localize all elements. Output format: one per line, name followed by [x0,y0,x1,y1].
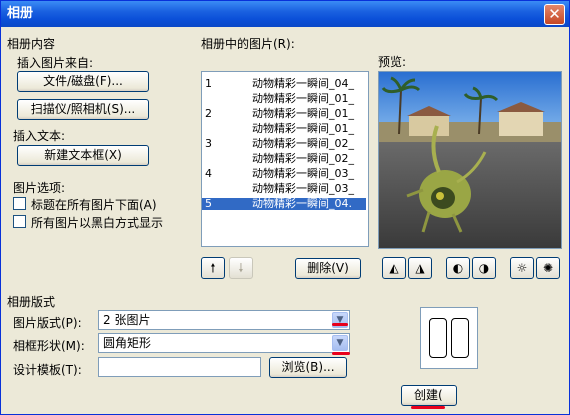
preview-label: 预览: [378,55,407,69]
picture-layout-select[interactable]: 2 张图片 ▼ [98,310,350,330]
pictures-list-label: 相册中的图片(R): [201,37,295,51]
caption-below-checkbox[interactable] [13,197,26,210]
design-template-label: 设计模板(T): [13,363,82,377]
list-item-name: 动物精彩一瞬间_01_ [252,122,354,135]
picture-layout-label: 图片版式(P): [13,316,82,330]
brightness-decrease-icon[interactable]: ✺ [536,257,560,279]
frame-shape-select[interactable]: 圆角矩形 ▼ [98,333,350,353]
list-item-number: 3 [205,137,212,150]
list-item[interactable]: 动物精彩一瞬间_01_ [202,123,366,135]
contrast-decrease-icon[interactable]: ◑ [472,257,496,279]
list-item-number: 2 [205,107,212,120]
rotate-right-icon[interactable]: ◮ [408,257,432,279]
chevron-down-icon[interactable]: ▼ [332,335,348,351]
window-title: 相册 [7,6,34,21]
list-item-number: 1 [205,77,212,90]
annotation-underline [332,352,350,355]
arrow-up-icon[interactable]: 🠕 [201,257,225,279]
album-dialog: 相册 ✕ 相册内容 插入图片来自: 文件/磁盘(F)... 扫描仪/照相机(S)… [0,0,570,415]
list-item[interactable]: 4 动物精彩一瞬间_03_ [202,168,366,180]
layout-slot-right [451,318,469,358]
new-textbox-button[interactable]: 新建文本框(X) [17,145,149,166]
list-item-number: 4 [205,167,212,180]
picture-options-label: 图片选项: [13,181,66,195]
arrow-down-icon[interactable]: 🠗 [229,257,253,279]
list-item-name: 动物精彩一瞬间_02_ [252,152,354,165]
list-item[interactable]: 动物精彩一瞬间_02_ [202,153,366,165]
close-icon[interactable]: ✕ [544,4,565,25]
list-item-name: 动物精彩一瞬间_01_ [252,92,354,105]
title-bar: 相册 [1,1,569,27]
annotation-underline [332,323,348,326]
annotation-underline [411,406,445,409]
frame-shape-label: 相框形状(M): [13,339,85,353]
layout-slot-left [429,318,447,358]
contrast-increase-icon[interactable]: ◐ [446,257,470,279]
album-content-label: 相册内容 [7,37,56,51]
list-item[interactable]: 5 动物精彩一瞬间_04. [202,198,366,210]
list-item-name: 动物精彩一瞬间_02_ [252,137,354,150]
list-item-name: 动物精彩一瞬间_04. [252,197,352,210]
black-white-checkbox[interactable] [13,215,26,228]
list-item-name: 动物精彩一瞬间_03_ [252,167,354,180]
insert-picture-from-label: 插入图片来自: [17,56,94,70]
list-item[interactable]: 动物精彩一瞬间_01_ [202,93,366,105]
list-item-name: 动物精彩一瞬间_01_ [252,107,354,120]
list-item-name: 动物精彩一瞬间_04_ [252,77,354,90]
layout-preview [420,307,478,369]
rotate-left-icon[interactable]: ◭ [382,257,406,279]
preview-frame [378,71,562,249]
delete-button[interactable]: 删除(V) [295,258,361,279]
frame-shape-value: 圆角矩形 [103,336,152,350]
picture-layout-value: 2 张图片 [103,313,151,327]
pictures-listbox[interactable]: 1 动物精彩一瞬间_04_ 动物精彩一瞬间_01_ 2 动物精彩一瞬间_01_ 动物精彩一… [201,71,369,247]
brightness-increase-icon[interactable]: ☼ [510,257,534,279]
list-item[interactable]: 动物精彩一瞬间_03_ [202,183,366,195]
design-template-input[interactable] [98,357,261,377]
file-disk-button[interactable]: 文件/磁盘(F)... [17,71,149,92]
scanner-camera-button[interactable]: 扫描仪/照相机(S)... [17,99,149,120]
create-button[interactable]: 创建( [401,385,457,406]
list-item[interactable]: 2 动物精彩一瞬间_01_ [202,108,366,120]
caption-below-label: 标题在所有图片下面(A) [31,198,157,212]
browse-button[interactable]: 浏览(B)... [269,357,347,378]
list-item[interactable]: 3 动物精彩一瞬间_02_ [202,138,366,150]
list-item[interactable]: 1 动物精彩一瞬间_04_ [202,78,366,90]
list-item-number: 5 [205,197,212,210]
list-item-name: 动物精彩一瞬间_03_ [252,182,354,195]
album-layout-label: 相册版式 [7,295,56,309]
insert-text-label: 插入文本: [13,129,66,143]
preview-image [379,72,561,248]
black-white-label: 所有图片以黑白方式显示 [31,216,164,230]
